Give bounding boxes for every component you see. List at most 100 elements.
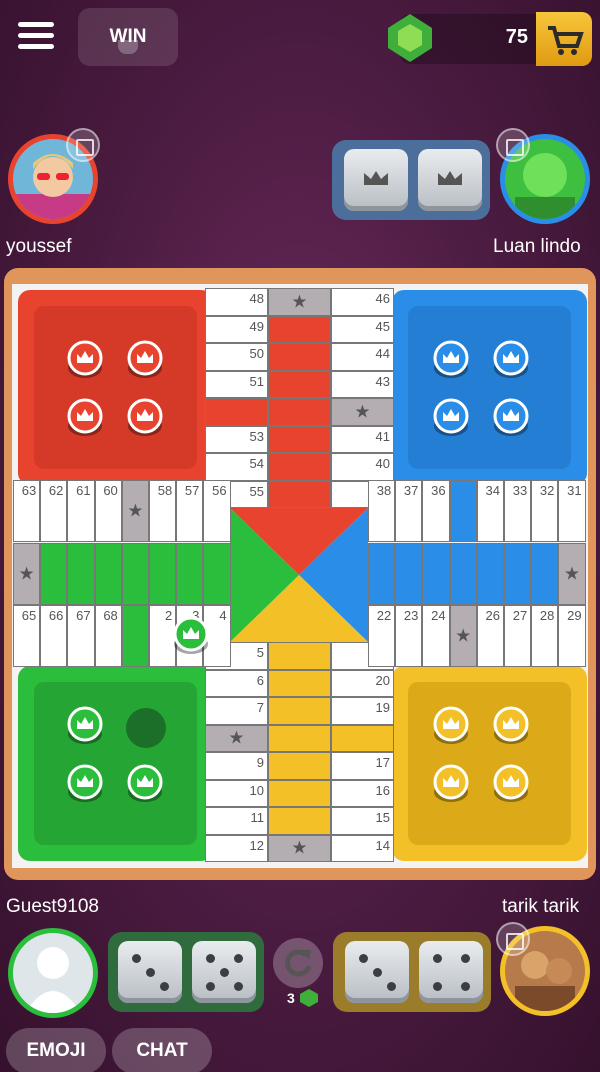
- board-cell: [40, 543, 68, 605]
- red-token[interactable]: [66, 340, 104, 380]
- menu-icon[interactable]: [18, 22, 54, 52]
- star-icon: ★: [127, 500, 144, 521]
- gem-icon: [388, 14, 432, 62]
- chat-button[interactable]: CHAT: [112, 1028, 212, 1072]
- board-cell: 37: [395, 480, 423, 542]
- board-cell: 49: [205, 315, 268, 343]
- gift-icon[interactable]: [66, 128, 100, 162]
- board-cell: ★: [13, 543, 41, 605]
- board-cell: 48: [205, 288, 268, 316]
- board-cell: [504, 543, 532, 605]
- default-avatar-icon: [25, 947, 81, 1013]
- yard-red: [18, 290, 213, 485]
- cell-number: 67: [76, 608, 91, 623]
- board-cell: 12: [205, 834, 268, 862]
- cell-number: 63: [21, 483, 37, 498]
- cell-number: 26: [485, 608, 500, 623]
- yellow-token[interactable]: [492, 706, 530, 746]
- board-cell: 51: [205, 370, 268, 398]
- empty-token-slot: [126, 708, 166, 748]
- star-icon: ★: [228, 727, 245, 748]
- board-cell: 43: [331, 370, 394, 398]
- dice-tray-bottom-left: [108, 932, 264, 1012]
- cell-number: 48: [249, 291, 264, 306]
- board-cell: [268, 669, 331, 697]
- player-name-top-right: Luan lindo: [493, 236, 581, 257]
- green-token[interactable]: [126, 764, 164, 804]
- cell-number: 20: [375, 672, 390, 688]
- cell-number: 27: [512, 608, 528, 623]
- board-cell: 19: [331, 697, 394, 725]
- gift-icon[interactable]: [496, 922, 530, 956]
- blue-token[interactable]: [492, 398, 530, 438]
- board-cell: [268, 724, 331, 752]
- yard-blue: [392, 290, 587, 485]
- board-cell: 54: [205, 453, 268, 481]
- board-cell: [268, 480, 331, 508]
- cell-number: 17: [375, 755, 390, 770]
- star-icon: ★: [563, 563, 581, 584]
- board-cell: 36: [422, 480, 450, 542]
- green-token[interactable]: [66, 706, 104, 746]
- board-cell: 56: [203, 480, 231, 542]
- red-token[interactable]: [126, 398, 164, 438]
- die-face-3[interactable]: [118, 941, 182, 1003]
- cell-number: 16: [375, 782, 390, 798]
- gift-icon[interactable]: [496, 128, 530, 162]
- cell-number: 40: [375, 456, 390, 471]
- cell-number: 36: [431, 483, 446, 498]
- board-cell: [268, 453, 331, 481]
- cell-number: 33: [512, 483, 528, 498]
- blue-token[interactable]: [432, 398, 470, 438]
- board-cell: 7: [205, 697, 268, 725]
- yard-yellow: [392, 666, 587, 861]
- win-button[interactable]: WIN: [78, 8, 178, 66]
- board-cell: [449, 543, 477, 605]
- green-token[interactable]: [172, 616, 210, 656]
- board-cell: 23: [395, 605, 423, 667]
- board-cell: 20: [331, 669, 394, 697]
- board-cell: ★: [449, 605, 477, 667]
- board-cell: 31: [558, 480, 586, 542]
- reroll-button[interactable]: [273, 938, 323, 988]
- cell-number: 38: [376, 483, 392, 498]
- yellow-token[interactable]: [432, 764, 470, 804]
- red-token[interactable]: [66, 398, 104, 438]
- cell-number: 44: [375, 346, 390, 361]
- yellow-token[interactable]: [492, 764, 530, 804]
- cell-number: 66: [48, 608, 64, 623]
- red-token[interactable]: [126, 340, 164, 380]
- green-token[interactable]: [66, 764, 104, 804]
- home-center: [230, 508, 368, 642]
- board-cell: 6: [205, 669, 268, 697]
- board-cell: [268, 642, 331, 670]
- board-cell: 53: [205, 425, 268, 453]
- board-cell: 41: [331, 425, 394, 453]
- star-icon: ★: [291, 837, 308, 858]
- board-cell: 58: [149, 480, 177, 542]
- player-name-bottom-right: tarik tarik: [502, 896, 580, 917]
- board-cell: ★: [268, 288, 331, 316]
- board-cell: 60: [94, 480, 122, 542]
- board-cell: [94, 543, 122, 605]
- cell-number: 57: [184, 483, 200, 498]
- avatar-bottom-left[interactable]: [8, 928, 98, 1018]
- board-cell: 65: [13, 605, 41, 667]
- emoji-button[interactable]: EMOJI: [6, 1028, 106, 1072]
- yellow-token[interactable]: [432, 706, 470, 746]
- dice-tray-bottom-right: [333, 932, 491, 1012]
- board-cell: 40: [331, 453, 394, 481]
- board-cell: 16: [331, 779, 394, 807]
- cell-number: 54: [249, 456, 264, 471]
- reroll-count: 3: [287, 990, 295, 1006]
- reroll-icon: [284, 949, 312, 977]
- blue-token[interactable]: [492, 340, 530, 380]
- shop-cart-button[interactable]: [536, 12, 592, 66]
- board-cell: [268, 807, 331, 835]
- die-face-5[interactable]: [192, 941, 256, 1003]
- cell-number: 65: [21, 608, 37, 623]
- cell-number: 19: [375, 700, 390, 715]
- board-cell: ★: [558, 543, 586, 605]
- board-cell: [395, 543, 423, 605]
- blue-token[interactable]: [432, 340, 470, 380]
